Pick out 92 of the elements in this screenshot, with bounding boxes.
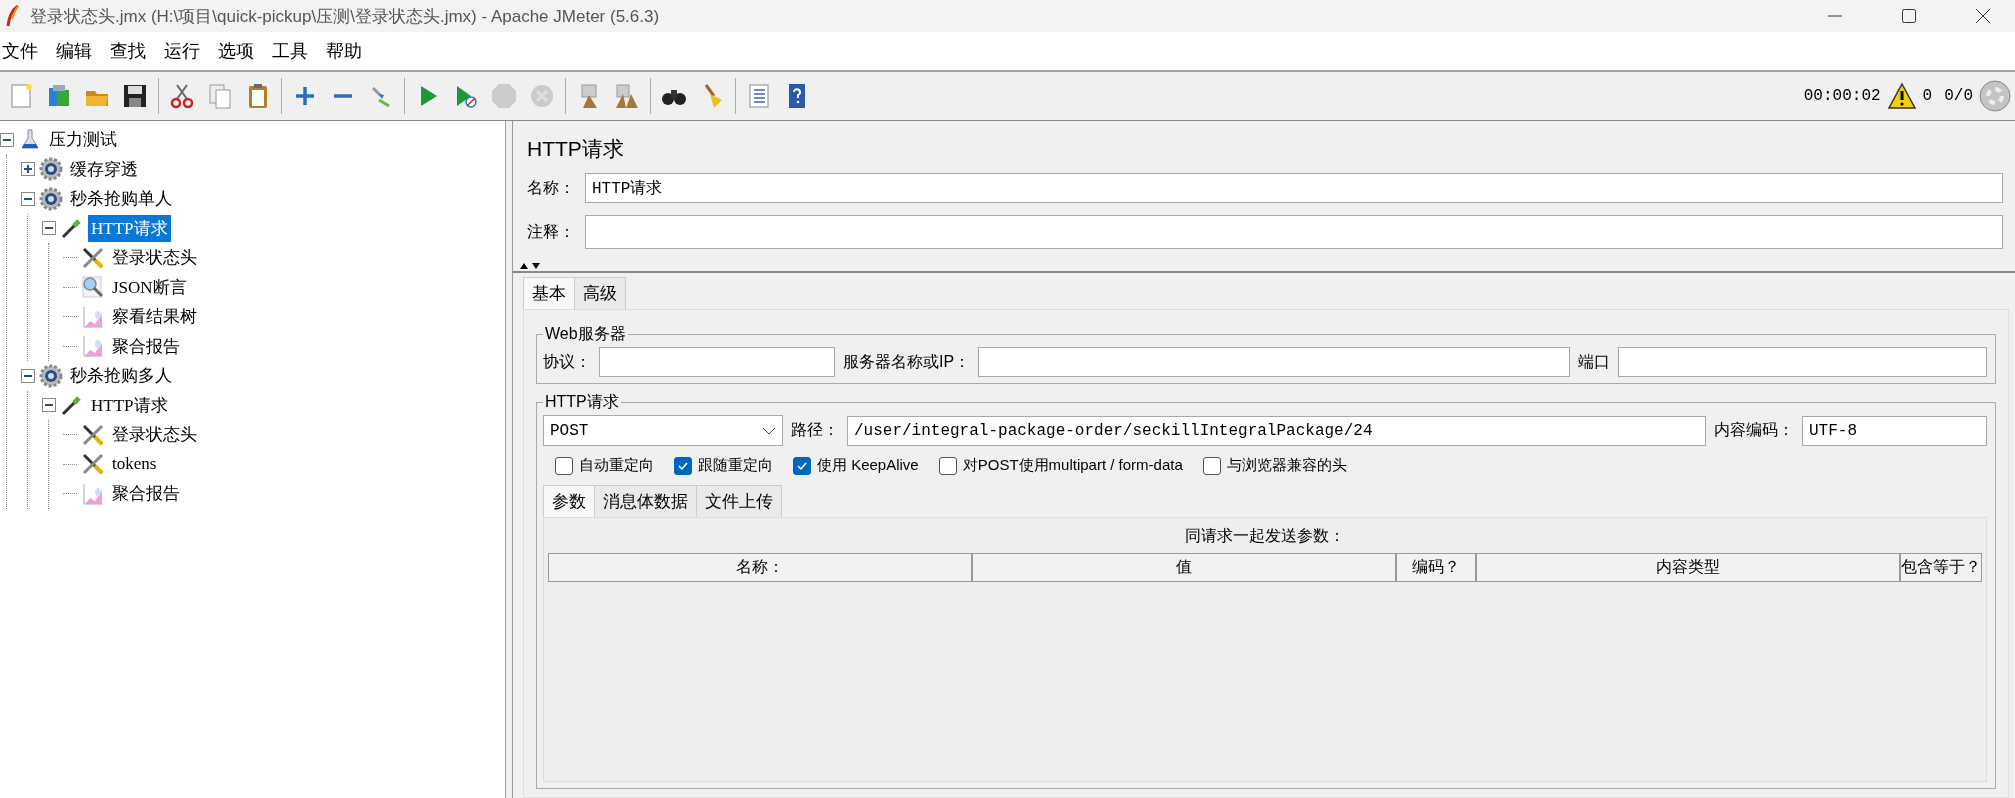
port-field[interactable] [1617, 347, 1987, 377]
checkbox[interactable]: 对POST使用multipart / form-data [938, 456, 1183, 475]
tree-item[interactable]: 登录状态头 [109, 244, 200, 272]
tree-item[interactable]: 缓存穿透 [67, 155, 141, 183]
tree-item[interactable]: 秒杀抢购多人 [67, 362, 175, 390]
shutdown-icon [528, 82, 556, 110]
wrench-screwdriver-icon [81, 245, 105, 270]
tree-item[interactable]: 压力测试 [46, 126, 120, 154]
column-header[interactable]: 内容类型 [1476, 553, 1900, 582]
gear-icon [39, 363, 63, 388]
tree-item[interactable]: 察看结果树 [109, 303, 200, 331]
checkbox[interactable]: 自动重定向 [555, 456, 654, 475]
maximize-icon [1901, 8, 1917, 24]
tab[interactable]: 消息体数据 [594, 485, 697, 517]
menu-item[interactable]: 工具 [270, 39, 318, 63]
menu-item[interactable]: 文件 [0, 39, 48, 63]
gear-icon [39, 186, 63, 211]
collapse-toggle-icon[interactable] [0, 132, 14, 147]
field-label: 协议： [543, 351, 591, 372]
status-indicator-icon [1979, 80, 2011, 112]
collapse-toggle-icon[interactable] [21, 368, 35, 383]
elapsed-time: 00:00:02 [1803, 87, 1881, 105]
clear-all-icon [613, 82, 641, 110]
menu-item[interactable]: 选项 [216, 39, 264, 63]
field-label: 服务器名称或IP： [843, 351, 971, 372]
group-title: Web服务器 [544, 324, 627, 344]
path-field[interactable]: /user/integral-package-order/seckillIntegralPackage/24 [847, 415, 1706, 446]
window-title: 登录状态头.jmx (H:\项目\quick-pickup\压测\登录状态头.jmx) - Apache JMeter (5.6.3) [30, 5, 661, 28]
protocol-field[interactable] [599, 347, 836, 377]
column-header[interactable]: 包含等于？ [1900, 553, 1982, 582]
menu-item[interactable]: 帮助 [324, 39, 372, 63]
chart-icon [81, 304, 105, 329]
tab[interactable]: 参数 [543, 485, 595, 517]
comment-field[interactable] [585, 215, 2003, 249]
feather-icon [6, 5, 20, 27]
tab[interactable]: 高级 [574, 277, 626, 309]
thread-count: 0/0 [1944, 87, 1973, 105]
field-label: 路径： [791, 420, 839, 440]
group-title: HTTP请求 [544, 392, 620, 412]
tree-item[interactable]: 聚合报告 [109, 332, 183, 360]
tree-item[interactable]: HTTP请求 [88, 391, 171, 419]
close-icon [1975, 8, 1991, 24]
tab[interactable]: 文件上传 [696, 485, 782, 517]
chart-icon [81, 481, 105, 506]
chevron-down-icon [762, 426, 776, 435]
encoding-field[interactable]: UTF-8 [1802, 415, 1987, 446]
tab[interactable]: 基本 [523, 277, 575, 309]
collapse-toggle-icon[interactable] [42, 398, 56, 413]
tree-item[interactable]: HTTP请求 [88, 214, 171, 242]
method-dropdown[interactable]: POST [543, 415, 783, 446]
wrench-screwdriver-icon [81, 452, 105, 477]
checkbox[interactable]: 与浏览器兼容的头 [1202, 456, 1347, 475]
tree-item[interactable]: tokens [109, 452, 160, 477]
checkbox[interactable]: 跟随重定向 [674, 456, 773, 475]
splitter-arrows-icon[interactable] [519, 262, 541, 270]
collapse-toggle-icon[interactable] [42, 221, 56, 236]
flask-icon [18, 127, 42, 152]
tree-item[interactable]: 聚合报告 [109, 480, 183, 508]
save-icon [121, 82, 149, 110]
tree-item[interactable]: 秒杀抢购单人 [67, 185, 175, 213]
menu-item[interactable]: 编辑 [54, 39, 102, 63]
minimize-icon [1827, 15, 1843, 17]
wrench-screwdriver-icon [81, 422, 105, 447]
field-label: 名称： [527, 177, 575, 198]
server-field[interactable] [978, 347, 1570, 377]
pipette-icon [60, 216, 84, 241]
panel-title: HTTP请求 [526, 136, 625, 162]
name-field[interactable]: HTTP请求 [585, 173, 2003, 203]
error-count: 0 [1922, 87, 1933, 105]
field-label: 注释： [527, 221, 575, 242]
menu-item[interactable]: 运行 [162, 39, 210, 63]
checkbox[interactable]: 使用 KeepAlive [793, 456, 919, 475]
cut-icon [168, 82, 196, 110]
expand-toggle-icon[interactable] [21, 162, 35, 177]
tree-item[interactable]: JSON断言 [109, 273, 190, 301]
field-label: 内容编码： [1714, 420, 1794, 440]
pipette-icon [60, 393, 84, 418]
copy-icon [206, 82, 234, 110]
magnifier-icon [81, 275, 105, 300]
column-header[interactable]: 值 [971, 553, 1396, 582]
chart-icon [81, 334, 105, 359]
collapse-toggle-icon[interactable] [21, 191, 35, 206]
column-header[interactable]: 编码？ [1395, 553, 1477, 582]
minus-icon [333, 93, 353, 99]
tree-item[interactable]: 登录状态头 [109, 421, 200, 449]
gear-icon [39, 157, 63, 182]
field-label: 端口 [1577, 351, 1610, 372]
table-caption: 同请求一起发送参数： [1184, 526, 1346, 546]
warning-icon[interactable] [1886, 82, 1917, 110]
stop-icon [490, 82, 518, 110]
column-header[interactable]: 名称： [548, 553, 972, 582]
menu-item[interactable]: 查找 [108, 39, 156, 63]
